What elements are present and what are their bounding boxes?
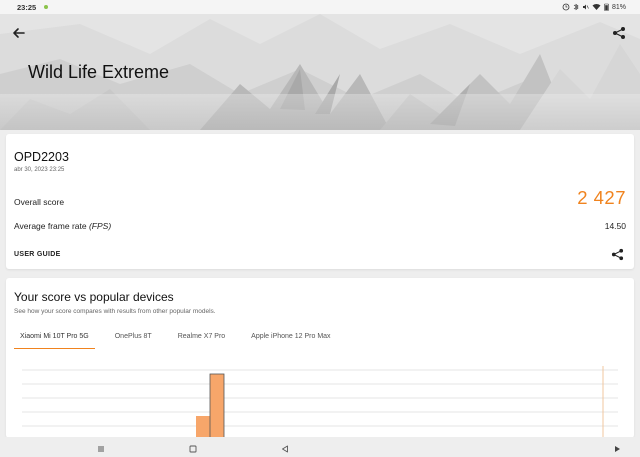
play-icon [615,446,620,452]
compare-card: Your score vs popular devices See how yo… [6,278,634,438]
status-time: 23:25 [17,2,37,12]
menu-icon [98,446,104,452]
compare-subtitle: See how your score compares with results… [14,308,216,315]
score-distribution-chart [22,366,618,438]
share-icon [611,248,624,261]
page-title: Wild Life Extreme [28,62,170,82]
battery-percent: 81% [611,3,626,11]
mute-icon [582,4,589,10]
tab-oneplus-8t[interactable]: OnePlus 8T [109,333,158,349]
square-icon [189,445,197,453]
hero-header: Wild Life Extreme [0,14,640,130]
overall-score-value: 2 427 [577,187,626,208]
wifi-icon [592,3,601,10]
fps-label-text: Average frame rate [14,221,89,231]
bluetooth-icon [573,3,579,11]
compare-title: Your score vs popular devices [14,290,174,304]
result-card: OPD2203 abr 30, 2023 23:25 Overall score… [6,134,634,269]
device-tabs: Xiaomi Mi 10T Pro 5G OnePlus 8T Realme X… [14,333,351,349]
battery-icon [604,3,609,11]
system-nav-bar [0,437,640,457]
notification-dot-icon [44,5,49,9]
share-button[interactable] [612,26,628,42]
chart-bar [196,416,210,438]
tab-apple-iphone-12-pro-max[interactable]: Apple iPhone 12 Pro Max [245,333,336,349]
fps-label: Average frame rate (FPS) [14,221,111,231]
back-button[interactable] [12,26,30,42]
fps-unit: (FPS) [88,221,112,231]
user-guide-link[interactable]: USER GUIDE [14,251,61,258]
nav-home-button[interactable] [188,441,200,453]
tab-realme-x7-pro[interactable]: Realme X7 Pro [172,333,231,349]
tab-xiaomi-mi-10t-pro-5g[interactable]: Xiaomi Mi 10T Pro 5G [14,333,95,349]
alarm-icon [562,3,570,11]
result-share-button[interactable] [611,248,624,261]
nav-back-button[interactable] [280,441,292,453]
overall-score-label: Overall score [14,197,65,207]
device-name: OPD2203 [14,150,69,164]
fps-value: 14.50 [604,221,626,231]
nav-extra-button[interactable] [612,441,624,453]
arrow-left-icon [13,28,25,38]
status-bar: 23:25 81% [0,0,640,14]
chart-bar [209,373,225,438]
share-icon [613,27,625,39]
status-icons: 81% [562,3,626,11]
result-date: abr 30, 2023 23:25 [14,167,65,173]
triangle-back-icon [282,445,288,453]
nav-menu-button[interactable] [96,441,108,453]
